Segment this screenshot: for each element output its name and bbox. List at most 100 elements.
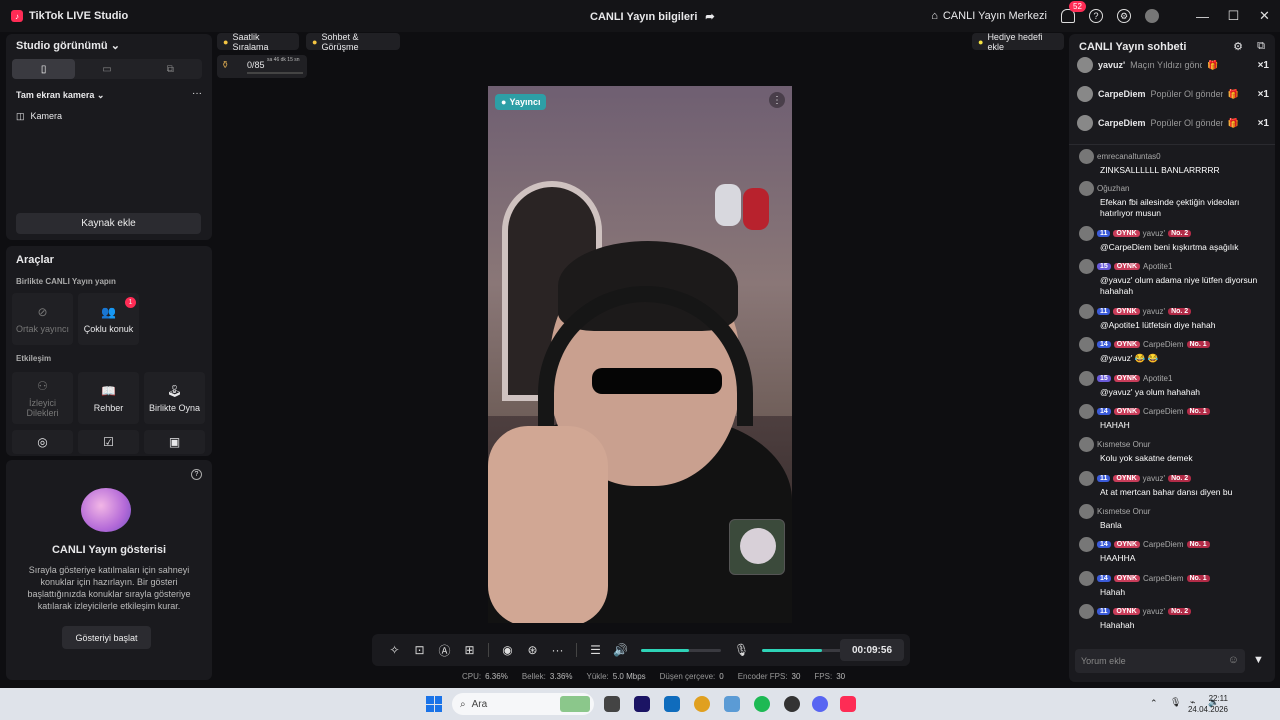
play-together-button[interactable]: 🕹 Birlikte Oyna [144,372,205,424]
chat-message[interactable]: 11 OYNK yavuz' No. 2 @Apotite1 lütfetsin diy… [1079,304,1269,331]
chat-message[interactable]: Kısmetse Onur Banla [1079,504,1269,531]
tool-box-button[interactable]: ▣ [144,430,205,454]
chat-username[interactable]: Apotite1 [1143,262,1172,271]
studio-view-dropdown[interactable]: Studio görünümü ⌄ [16,39,120,52]
notification-bell-icon[interactable]: 52 [1061,1,1086,23]
steam-icon[interactable] [784,696,800,712]
box-icon: ▣ [168,435,181,449]
start-show-button[interactable]: Gösteriyi başlat [62,626,151,649]
chat-message[interactable]: Oğuzhan Efekan fbi ailesinde çektiğin vid… [1079,181,1269,219]
multi-guest-badge: 1 [125,297,136,308]
speaker-icon[interactable]: 🔊 [608,643,633,657]
chat-message[interactable]: 14 OYNK CarpeDiem No. 1 Hahah [1079,571,1269,598]
chat-username[interactable]: yavuz' [1143,307,1165,316]
chevron-up-icon[interactable]: ⌃ [1150,698,1158,709]
volume-slider[interactable] [641,648,721,652]
discord-icon[interactable] [812,696,828,712]
chat-username[interactable]: Kısmetse Onur [1097,507,1150,516]
camera-scene-dropdown[interactable]: Tam ekran kamera ⌄ [16,90,104,101]
chat-username[interactable]: Oğuzhan [1097,184,1129,193]
magic-wand-icon[interactable]: ✧ [382,643,407,657]
chat-meet-button[interactable]: ● Sohbet & Görüşme [306,32,400,52]
gift-goal-widget[interactable]: ⚱ 0/85 sa 46 dk 15 sn [217,55,307,78]
guide-button[interactable]: 📖 Rehber [78,372,139,424]
task-view-icon[interactable] [604,696,620,712]
minimize-icon[interactable]: — [1187,9,1218,24]
tool-checklist-button[interactable]: ☑ [78,430,139,454]
settings-gear-icon[interactable]: ⚙ [1117,9,1131,23]
comment-input[interactable]: Yorum ekle ☺ [1075,649,1245,673]
chat-message[interactable]: 11 OYNK yavuz' No. 2 @CarpeDiem beni kışkırt… [1079,226,1269,253]
viewer-requests-button[interactable]: ⚇ İzleyici Dilekleri [12,372,73,424]
more-options-icon[interactable]: ⋮ [769,92,785,108]
tool-target-button[interactable]: ◎ [12,430,73,454]
avatar [1079,471,1094,486]
help-icon[interactable]: ? [1089,9,1103,23]
chat-message[interactable]: 15 OYNK Apotite1 @yavuz' olum adama niye lü… [1079,259,1269,297]
add-source-button[interactable]: Kaynak ekle [16,213,201,234]
tiktok-live-icon[interactable] [840,696,856,712]
landscape-layout-icon[interactable]: ▭ [75,59,138,79]
mic-slider[interactable] [762,648,842,652]
chat-username[interactable]: yavuz' [1143,607,1165,616]
chat-message[interactable]: 11 OYNK yavuz' No. 2 Hahahah [1079,604,1269,631]
gift-icon: 🎁 [1227,117,1239,128]
taskbar-search[interactable]: ⌕ Ara [452,693,594,715]
hourly-ranking-button[interactable]: ● Saatlik Sıralama [217,32,299,52]
chat-message[interactable]: Kısmetse Onur Kolu yok sakatne demek [1079,437,1269,464]
clock[interactable]: 22:11 24.04.2026 [1188,693,1228,715]
mic-tray-icon[interactable]: 🎙 [1170,697,1181,708]
co-host-button[interactable]: ⊘ Ortak yayıncı [12,293,73,345]
avatar [1079,404,1094,419]
outlook-icon[interactable] [664,696,680,712]
camera-source-item[interactable]: ◫ Kamera [16,111,62,122]
chat-message[interactable]: 14 OYNK CarpeDiem No. 1 HAHAH [1079,404,1269,431]
chat-username[interactable]: CarpeDiem [1143,407,1183,416]
chat-username[interactable]: yavuz' [1143,229,1165,238]
chat-username[interactable]: CarpeDiem [1143,340,1183,349]
portrait-layout-icon[interactable]: ▯ [12,59,76,79]
microphone-icon[interactable]: 🎙 [729,643,754,657]
guest-camera-thumbnail[interactable] [729,519,785,575]
level-badge: 14 [1097,575,1111,582]
chat-username[interactable]: CarpeDiem [1143,574,1183,583]
spotify-icon[interactable] [754,696,770,712]
more-options-icon[interactable]: ··· [192,88,202,99]
chat-message[interactable]: 15 OYNK Apotite1 @yavuz' ya olum hahahah [1079,371,1269,398]
chat-settings-icon[interactable]: ⚙ [1233,40,1243,53]
app-icon[interactable] [724,696,740,712]
start-icon[interactable] [426,696,442,712]
chat-username[interactable]: Kısmetse Onur [1097,440,1150,449]
chat-username[interactable]: emrecanaltuntas0 [1097,152,1161,161]
chat-message[interactable]: 14 OYNK CarpeDiem No. 1 HAAHHA [1079,537,1269,564]
multi-layout-icon[interactable]: ⧉ [139,59,202,79]
ai-icon[interactable]: Ⓐ [432,642,457,659]
gift-goal-button[interactable]: ● Hediye hedefi ekle [972,32,1064,52]
filter-icon[interactable]: ▼ [1253,654,1264,666]
maximize-icon[interactable]: ☐ [1218,8,1249,24]
live-info-button[interactable]: CANLI Yayın bilgileri ➦ [590,10,715,24]
chat-username[interactable]: Apotite1 [1143,374,1172,383]
multi-guest-button[interactable]: 👥 Çoklu konuk 1 [78,293,139,345]
capture-icon[interactable]: ⊛ [520,643,545,657]
level-badge: 15 [1097,263,1111,270]
chat-message[interactable]: emrecanaltuntas0 ZINKSALLLLLL BANLARRRRR [1079,149,1269,176]
close-icon[interactable]: ✕ [1249,8,1280,24]
chat-username[interactable]: CarpeDiem [1143,540,1183,549]
popout-icon[interactable]: ⧉ [1257,40,1265,53]
screen-add-icon[interactable]: ⊞ [457,643,482,657]
chat-username[interactable]: yavuz' [1143,474,1165,483]
fan-badge: OYNK [1113,263,1141,270]
after-effects-icon[interactable] [634,696,650,712]
chat-message[interactable]: 14 OYNK CarpeDiem No. 1 @yavuz' 😂 😂 [1079,337,1269,364]
audio-settings-icon[interactable]: ☰ [583,643,608,657]
emoji-icon[interactable]: ☺ [1228,654,1239,666]
profile-avatar[interactable] [1145,9,1159,23]
more-icon[interactable]: ··· [545,643,570,657]
translate-icon[interactable]: ⊡ [407,643,432,657]
live-center-button[interactable]: ⌂ CANLI Yayın Merkezi [931,10,1047,22]
chrome-icon[interactable] [694,696,710,712]
record-icon[interactable]: ◉ [495,643,520,657]
help-icon[interactable]: ? [191,469,202,480]
chat-message[interactable]: 11 OYNK yavuz' No. 2 At at mertcan bahar dan… [1079,471,1269,498]
